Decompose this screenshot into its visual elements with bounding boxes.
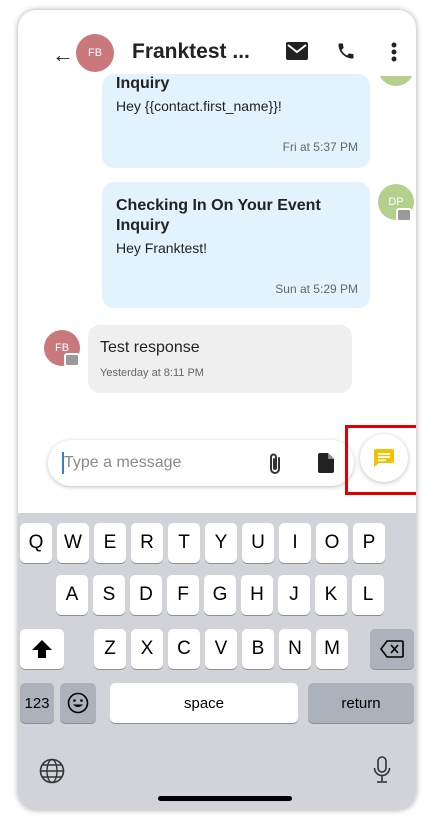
- document-icon[interactable]: [318, 453, 334, 473]
- message-input[interactable]: Type a message: [48, 440, 354, 486]
- back-arrow-icon[interactable]: ←: [52, 42, 74, 68]
- contact-name[interactable]: Franktest ...: [132, 40, 250, 64]
- key[interactable]: R: [131, 523, 163, 563]
- shift-key[interactable]: [20, 629, 64, 669]
- microphone-icon[interactable]: [373, 756, 391, 784]
- key[interactable]: E: [94, 523, 126, 563]
- shift-icon: [32, 640, 52, 658]
- home-indicator[interactable]: [158, 796, 292, 801]
- globe-icon[interactable]: [39, 758, 65, 784]
- message-time: Sun at 5:29 PM: [275, 282, 358, 296]
- key[interactable]: S: [93, 575, 125, 615]
- message-bubble[interactable]: Test response Yesterday at 8:11 PM: [88, 325, 352, 393]
- message-body: Test response: [100, 339, 200, 356]
- contact-avatar[interactable]: FB: [76, 34, 114, 72]
- sender-avatar-initials: DP: [388, 196, 404, 208]
- emoji-key[interactable]: [60, 683, 96, 723]
- key[interactable]: Z: [94, 629, 126, 669]
- key[interactable]: O: [316, 523, 348, 563]
- key[interactable]: I: [279, 523, 311, 563]
- key[interactable]: A: [56, 575, 88, 615]
- message-channel-icon: [64, 353, 80, 367]
- key[interactable]: N: [279, 629, 311, 669]
- message-time: Yesterday at 8:11 PM: [100, 367, 204, 379]
- message-bubble[interactable]: Checking In On Your Event Inquiry Hey Fr…: [102, 182, 370, 308]
- key[interactable]: K: [315, 575, 347, 615]
- message-bubble[interactable]: Inquiry Hey {{contact.first_name}}! Fri …: [102, 74, 370, 168]
- return-key[interactable]: return: [308, 683, 414, 723]
- key[interactable]: D: [130, 575, 162, 615]
- numbers-key[interactable]: 123: [20, 683, 54, 723]
- message-title: Inquiry: [116, 75, 170, 92]
- space-key[interactable]: space: [110, 683, 298, 723]
- key[interactable]: J: [278, 575, 310, 615]
- backspace-icon: [380, 640, 404, 658]
- message-channel-icon: [396, 208, 412, 222]
- message-title: Checking In On Your Event Inquiry: [116, 197, 321, 234]
- key[interactable]: M: [316, 629, 348, 669]
- emoji-icon: [67, 692, 89, 714]
- key[interactable]: T: [168, 523, 200, 563]
- message-body: Hey {{contact.first_name}}!: [116, 98, 282, 114]
- phone-icon[interactable]: [336, 41, 356, 61]
- key[interactable]: U: [242, 523, 274, 563]
- key[interactable]: P: [353, 523, 385, 563]
- key[interactable]: C: [168, 629, 200, 669]
- key[interactable]: F: [167, 575, 199, 615]
- keyboard: Q W E R T Y U I O P A S D F G H J K L Z …: [18, 513, 416, 810]
- backspace-key[interactable]: [370, 629, 414, 669]
- paperclip-icon[interactable]: [268, 452, 282, 476]
- key[interactable]: V: [205, 629, 237, 669]
- message-input-placeholder: Type a message: [64, 454, 182, 471]
- more-vertical-icon[interactable]: [391, 41, 397, 63]
- key[interactable]: W: [57, 523, 89, 563]
- contact-avatar-initials: FB: [87, 47, 103, 59]
- message-body: Hey Franktest!: [116, 240, 208, 256]
- key[interactable]: L: [352, 575, 384, 615]
- key[interactable]: B: [242, 629, 274, 669]
- phone-frame: ← FB Franktest ... Inquiry Hey {{contact…: [18, 10, 416, 810]
- message-time: Fri at 5:37 PM: [282, 140, 358, 154]
- key[interactable]: H: [241, 575, 273, 615]
- highlight-box: [345, 425, 416, 495]
- key[interactable]: X: [131, 629, 163, 669]
- key[interactable]: Q: [20, 523, 52, 563]
- key[interactable]: G: [204, 575, 236, 615]
- key[interactable]: Y: [205, 523, 237, 563]
- mail-icon[interactable]: [286, 42, 308, 60]
